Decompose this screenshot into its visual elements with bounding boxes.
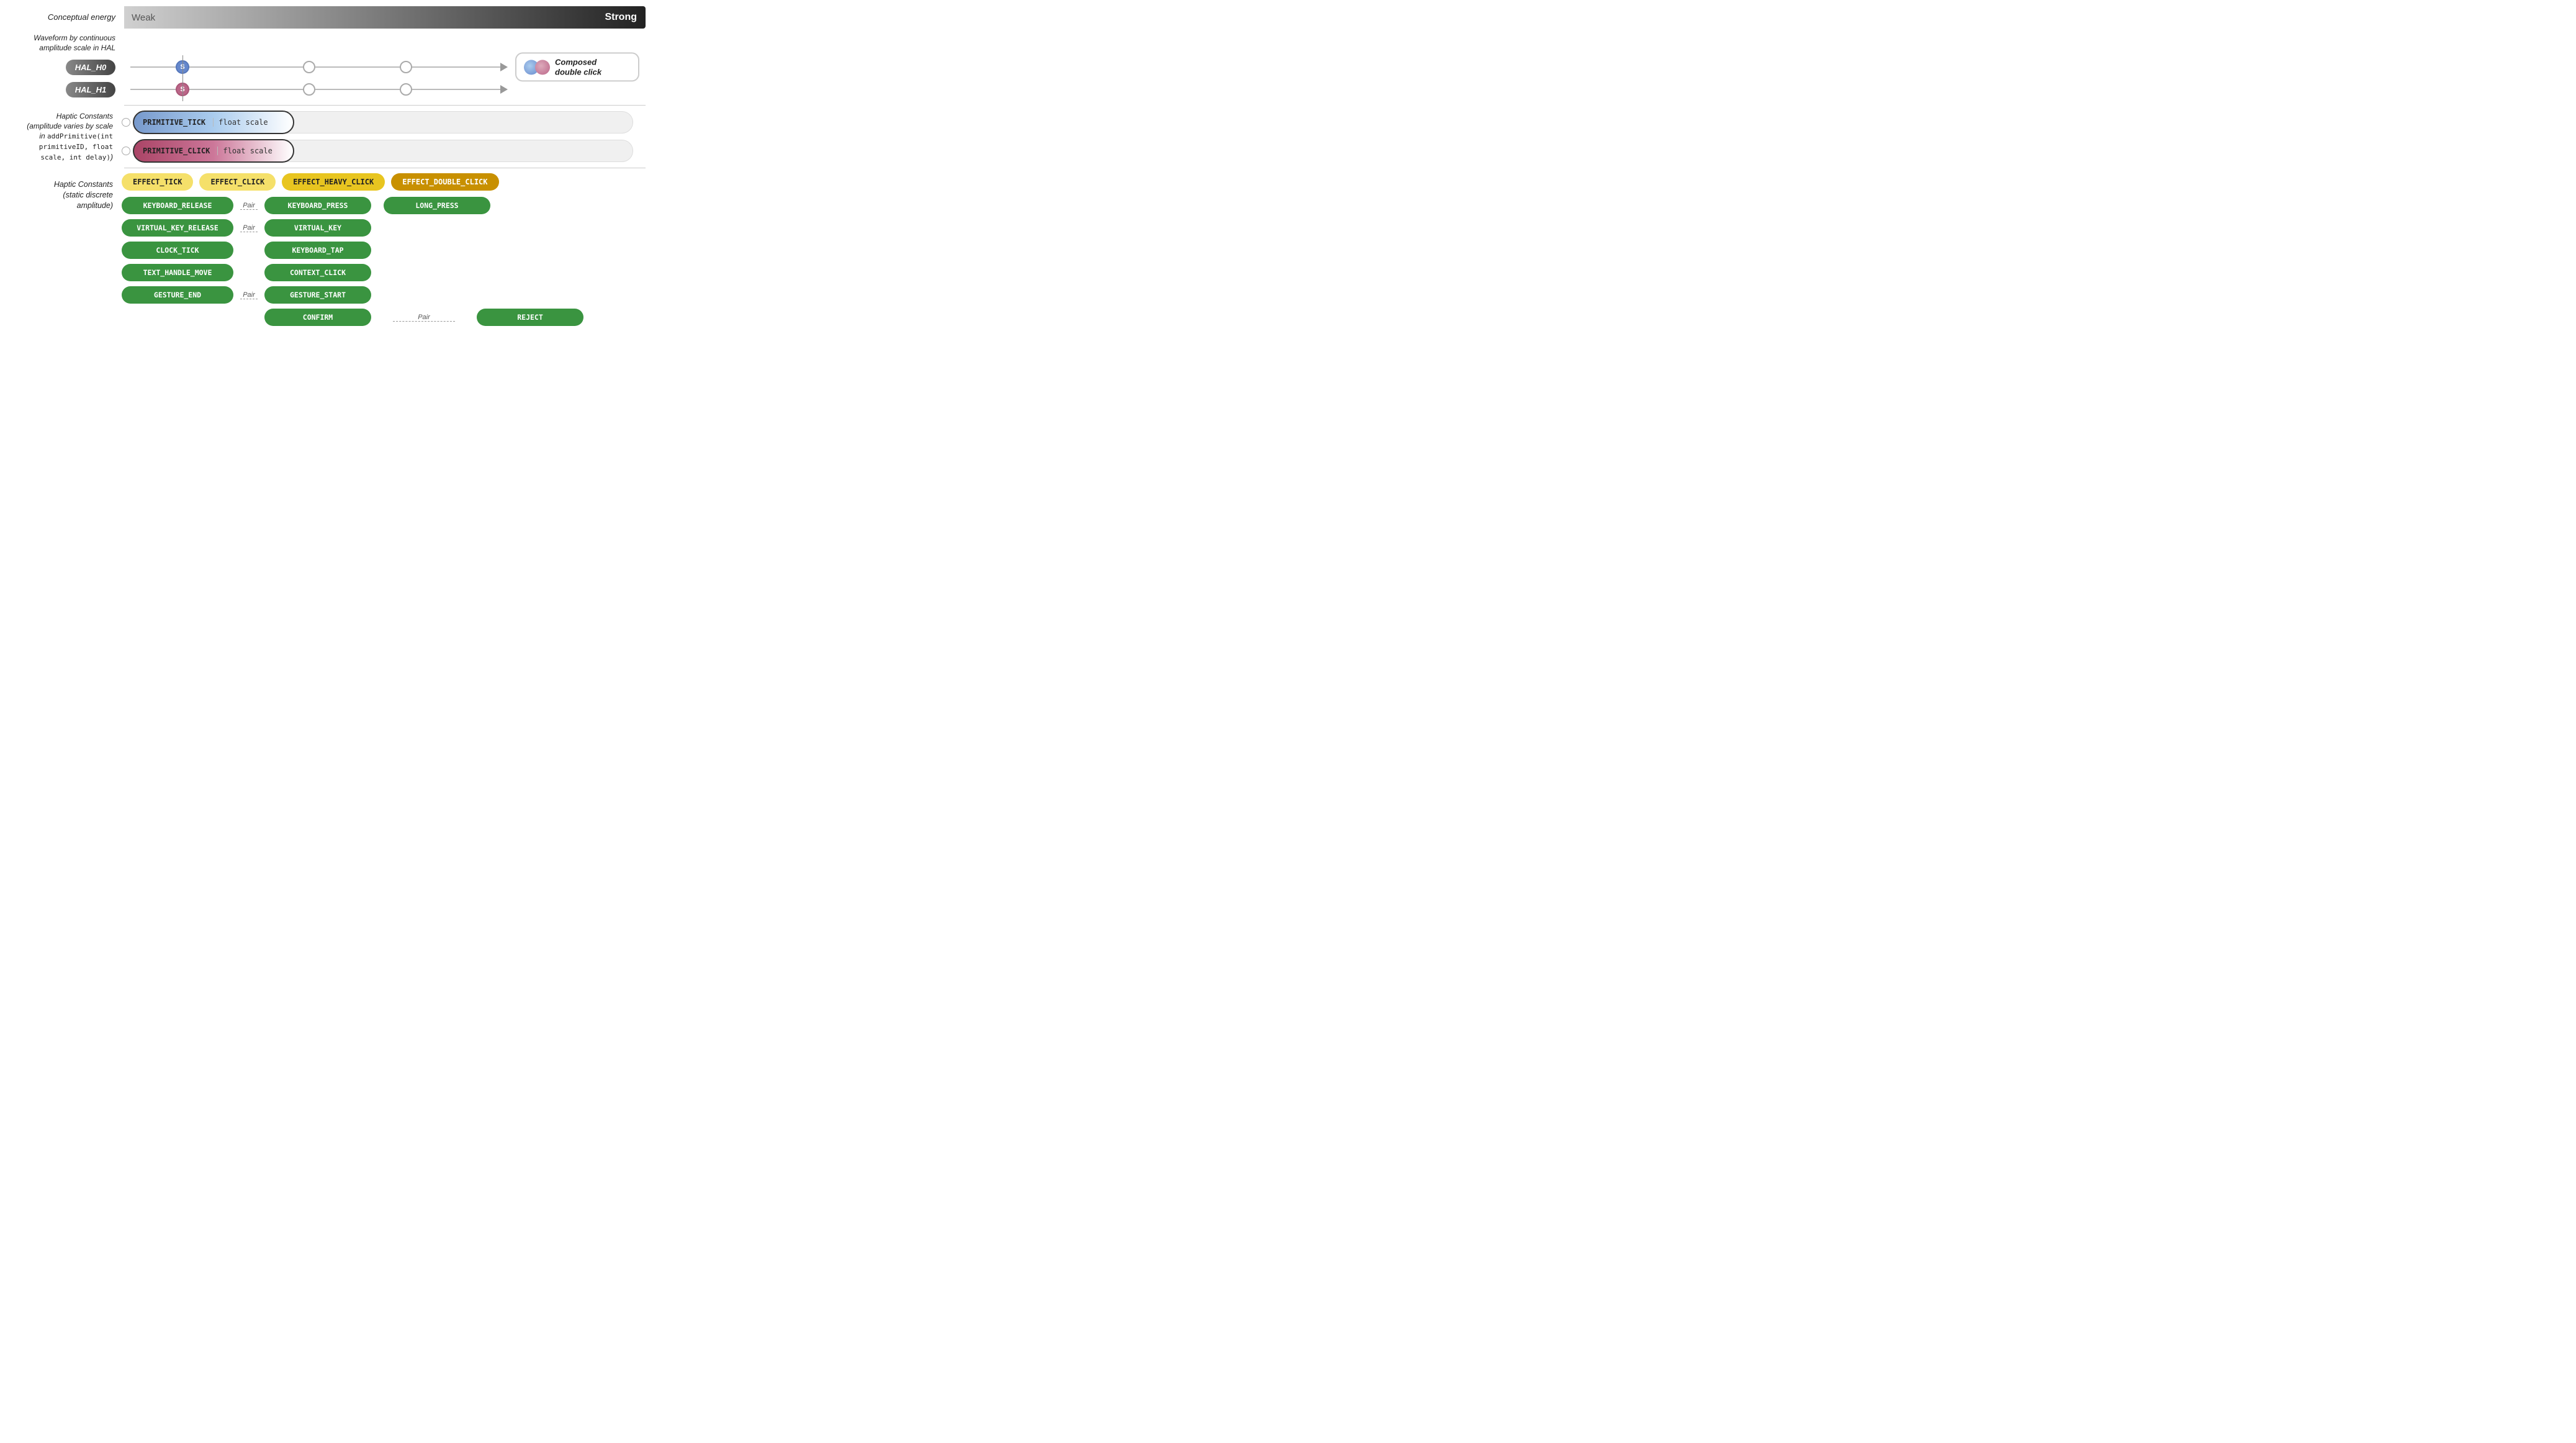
hal-h1-row: HAL_H1 S	[0, 80, 646, 99]
primitive-click-scale: float scale	[217, 147, 281, 155]
hal-h0-arrow	[500, 63, 508, 71]
strong-label: Strong	[605, 12, 637, 23]
hal-h0-label: HAL_H0	[66, 60, 115, 75]
legend-circles	[524, 60, 550, 75]
primitive-tick-scale: float scale	[213, 118, 276, 127]
hal-h0-tick	[182, 55, 183, 79]
waveform-label: Waveform by continuous amplitude scale i…	[0, 34, 124, 53]
green-row-0: KEYBOARD_RELEASE Pair KEYBOARD_PRESS LON…	[122, 197, 639, 214]
hal-h1-tick	[182, 78, 183, 101]
keyboard-release-pill: KEYBOARD_RELEASE	[122, 197, 233, 214]
effect-double-click-pill: EFFECT_DOUBLE_CLICK	[391, 173, 498, 191]
primitive-section-label: Haptic Constants(amplitude varies by sca…	[0, 111, 122, 163]
hal-h0-row: HAL_H0 S	[0, 58, 646, 76]
hal-h1-arrow	[500, 85, 508, 94]
hal-h1-label: HAL_H1	[66, 82, 115, 97]
green-row-5: CONFIRM Pair REJECT	[122, 309, 639, 326]
text-handle-move-pill: TEXT_HANDLE_MOVE	[122, 264, 233, 281]
primitive-tick-pill: PRIMITIVE_TICK float scale	[133, 111, 294, 134]
pair-label-4: Pair	[233, 291, 264, 299]
hal-h1-circle1	[303, 83, 315, 96]
effect-click-pill: EFFECT_CLICK	[199, 173, 276, 191]
green-pills-section: KEYBOARD_RELEASE Pair KEYBOARD_PRESS LON…	[122, 197, 639, 326]
green-row-1: VIRTUAL_KEY_RELEASE Pair VIRTUAL_KEY	[122, 219, 639, 237]
gesture-start-pill: GESTURE_START	[264, 286, 371, 304]
green-row-3: TEXT_HANDLE_MOVE CONTEXT_CLICK	[122, 264, 639, 281]
primitive-click-row: PRIMITIVE_CLICK float scale	[122, 139, 633, 163]
legend-text: Composed double click	[555, 58, 601, 77]
keyboard-press-pill: KEYBOARD_PRESS	[264, 197, 371, 214]
hal-h1-track: S	[130, 80, 503, 99]
effects-row: EFFECT_TICK EFFECT_CLICK EFFECT_HEAVY_CL…	[122, 173, 639, 191]
hal-h0-track: S	[130, 58, 503, 76]
primitive-click-name: PRIMITIVE_CLICK	[134, 147, 217, 155]
hal-h0-circle2	[400, 61, 412, 73]
keyboard-tap-pill: KEYBOARD_TAP	[264, 242, 371, 259]
reject-pill: REJECT	[477, 309, 583, 326]
legend-circle-h1	[535, 60, 550, 75]
primitive-section: Haptic Constants(amplitude varies by sca…	[0, 111, 646, 163]
primitive-click-pill: PRIMITIVE_CLICK float scale	[133, 139, 294, 163]
primitive-tick-left-circle	[122, 118, 130, 127]
energy-bar: Weak Strong	[124, 6, 646, 29]
primitive-tick-name: PRIMITIVE_TICK	[134, 118, 213, 127]
virtual-key-pill: VIRTUAL_KEY	[264, 219, 371, 237]
discrete-section-label: Haptic Constants(static discreteamplitud…	[0, 173, 122, 326]
effect-tick-pill: EFFECT_TICK	[122, 173, 193, 191]
context-click-pill: CONTEXT_CLICK	[264, 264, 371, 281]
virtual-key-release-pill: VIRTUAL_KEY_RELEASE	[122, 219, 233, 237]
page: Conceptual energy Weak Strong Waveform b…	[0, 0, 646, 332]
green-row-2: CLOCK_TICK KEYBOARD_TAP	[122, 242, 639, 259]
gesture-end-pill: GESTURE_END	[122, 286, 233, 304]
green-row-4: GESTURE_END Pair GESTURE_START	[122, 286, 639, 304]
effect-heavy-click-pill: EFFECT_HEAVY_CLICK	[282, 173, 385, 191]
discrete-section: Haptic Constants(static discreteamplitud…	[0, 173, 646, 326]
primitive-rows: PRIMITIVE_TICK float scale PRIMITIVE_CLI…	[122, 111, 646, 163]
clock-tick-pill: CLOCK_TICK	[122, 242, 233, 259]
confirm-pill: CONFIRM	[264, 309, 371, 326]
pair-label-5: Pair	[371, 314, 477, 322]
waveform-label-row: Waveform by continuous amplitude scale i…	[0, 34, 646, 53]
long-press-pill: LONG_PRESS	[384, 197, 490, 214]
pair-label-1: Pair	[233, 224, 264, 232]
energy-row: Conceptual energy Weak Strong	[0, 6, 646, 29]
divider-top	[124, 105, 646, 106]
hal-h0-circle1	[303, 61, 315, 73]
weak-label: Weak	[132, 12, 155, 23]
energy-label: Conceptual energy	[0, 12, 124, 23]
hal-h1-circle2	[400, 83, 412, 96]
primitive-click-left-circle	[122, 147, 130, 155]
pair-label-0: Pair	[233, 202, 264, 210]
discrete-grid: EFFECT_TICK EFFECT_CLICK EFFECT_HEAVY_CL…	[122, 173, 646, 326]
primitive-tick-row: PRIMITIVE_TICK float scale	[122, 111, 633, 134]
composed-legend: Composed double click	[515, 53, 639, 82]
